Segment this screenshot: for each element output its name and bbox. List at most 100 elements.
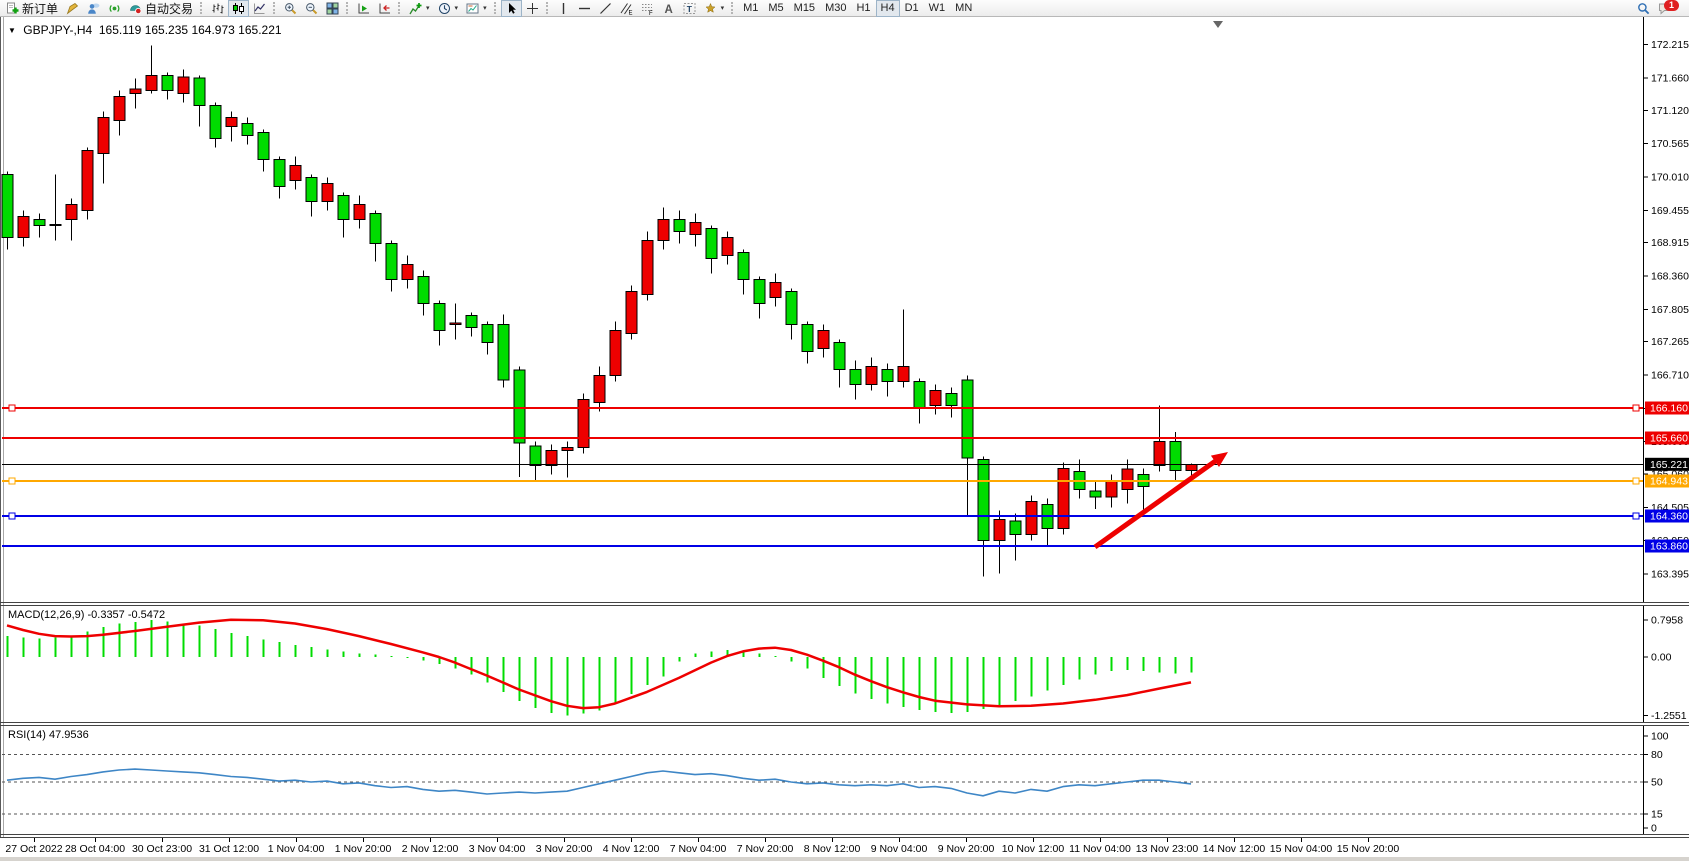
timeframe-h1-button[interactable]: H1 <box>851 0 875 17</box>
new-order-button[interactable]: 新订单 <box>2 0 62 17</box>
candle-body <box>818 331 829 349</box>
notifications-button[interactable]: 1 <box>1654 0 1675 17</box>
community-button[interactable] <box>83 0 104 17</box>
rsi-tick-label: 50 <box>1651 777 1663 789</box>
channel-button[interactable]: E <box>616 0 637 17</box>
candle-body <box>594 376 605 403</box>
candlestick-chart-button[interactable] <box>228 0 249 17</box>
quote-low: 164.973 <box>191 23 234 37</box>
candle-body <box>1010 521 1021 535</box>
text-label-button[interactable]: T <box>679 0 700 17</box>
horizontal-line-button[interactable] <box>574 0 595 17</box>
timeframe-m30-button[interactable]: M30 <box>820 0 851 17</box>
time-label: 4 Nov 12:00 <box>603 843 660 855</box>
candle-body <box>82 151 93 211</box>
time-tick <box>430 838 431 842</box>
candle-body <box>658 220 669 241</box>
timeframe-w1-button[interactable]: W1 <box>924 0 951 17</box>
chart-shift-marker-icon[interactable] <box>1213 21 1223 28</box>
arrows-button[interactable]: ▾ <box>700 0 729 17</box>
candle-body <box>706 229 717 259</box>
autoscroll-button[interactable] <box>353 0 374 17</box>
macd-tick-label: 0.00 <box>1651 652 1672 664</box>
line-handle[interactable] <box>1633 513 1639 519</box>
search-icon <box>1637 2 1650 15</box>
metaeditor-button[interactable] <box>62 0 83 17</box>
time-tick <box>229 838 230 842</box>
candle-body <box>642 241 653 295</box>
candle-body <box>274 160 285 187</box>
candle-body <box>514 370 525 443</box>
candle-body <box>34 220 45 226</box>
line-price-flag-text: 165.660 <box>1650 433 1688 445</box>
candle-body <box>930 391 941 406</box>
line-chart-button[interactable] <box>249 0 270 17</box>
timeframe-d1-button[interactable]: D1 <box>900 0 924 17</box>
candle-body <box>498 325 509 380</box>
candle-body <box>754 280 765 304</box>
line-chart-icon <box>253 2 266 15</box>
chart-symbol-period: GBPJPY-,H4 <box>23 23 92 37</box>
timeframe-mn-button[interactable]: MN <box>950 0 977 17</box>
time-tick <box>564 838 565 842</box>
rsi-tick-label: 15 <box>1651 809 1663 821</box>
candle-body <box>50 224 61 225</box>
autotrading-button[interactable]: 自动交易 <box>125 0 197 17</box>
timeframe-m1-button[interactable]: M1 <box>738 0 763 17</box>
time-label: 9 Nov 04:00 <box>871 843 928 855</box>
price-tick-label: 171.660 <box>1651 73 1689 85</box>
quote-high: 165.235 <box>145 23 188 37</box>
line-handle[interactable] <box>1633 405 1639 411</box>
trend-arrow-line[interactable] <box>1095 458 1220 547</box>
main-chart-canvas[interactable]: 172.215171.660171.120170.565170.010169.4… <box>0 17 1689 602</box>
text-button[interactable]: A <box>658 0 679 17</box>
chart-menu-triangle-icon[interactable]: ▼ <box>8 26 16 35</box>
indicators-button[interactable]: ▾ <box>405 0 434 17</box>
macd-indicator-canvas[interactable]: 0.79580.00-1.2551 <box>0 606 1689 722</box>
time-axis[interactable]: 27 Oct 202228 Oct 04:0030 Oct 23:0031 Oc… <box>0 838 1689 857</box>
cursor-button[interactable] <box>501 0 522 17</box>
time-tick <box>1368 838 1369 842</box>
line-handle[interactable] <box>9 478 15 484</box>
timeframe-m15-button[interactable]: M15 <box>789 0 820 17</box>
horizontal-line-icon <box>578 2 591 15</box>
zoom-in-button[interactable] <box>280 0 301 17</box>
time-label: 27 Oct 2022 <box>5 843 62 855</box>
candle-body <box>546 451 557 466</box>
candle-body <box>770 283 781 298</box>
toolbar: 新订单自动交易▾▾▾EFAT▾M1M5M15M30H1H4D1W1MN1 <box>0 0 1689 17</box>
time-label: 3 Nov 20:00 <box>536 843 593 855</box>
signals-button[interactable] <box>104 0 125 17</box>
tile-windows-button[interactable] <box>322 0 343 17</box>
periods-icon <box>438 2 451 15</box>
splitter-main-macd[interactable] <box>0 602 1689 603</box>
candle-body <box>1154 442 1165 466</box>
zoom-out-icon <box>305 2 318 15</box>
crosshair-button[interactable] <box>522 0 543 17</box>
search-button[interactable] <box>1633 0 1654 17</box>
rsi-indicator-canvas[interactable]: 1008050150 <box>0 726 1689 834</box>
chart-shift-button[interactable] <box>374 0 395 17</box>
templates-button[interactable]: ▾ <box>462 0 491 17</box>
candle-body <box>962 380 973 458</box>
bars-chart-button[interactable] <box>207 0 228 17</box>
candlestick-chart-icon <box>232 2 245 15</box>
candle-body <box>482 325 493 343</box>
candle-body <box>978 460 989 541</box>
line-handle[interactable] <box>9 513 15 519</box>
timeframe-h4-button[interactable]: H4 <box>876 0 900 17</box>
templates-icon <box>466 2 479 15</box>
candle-body <box>802 325 813 352</box>
vertical-line-button[interactable] <box>553 0 574 17</box>
time-label: 28 Oct 04:00 <box>65 843 125 855</box>
line-handle[interactable] <box>9 405 15 411</box>
splitter-macd-rsi[interactable] <box>0 722 1689 723</box>
timeframe-m5-button[interactable]: M5 <box>763 0 788 17</box>
fibonacci-button[interactable]: F <box>637 0 658 17</box>
trendline-button[interactable] <box>595 0 616 17</box>
toolbar-separator <box>546 2 550 14</box>
time-tick <box>363 838 364 842</box>
zoom-out-button[interactable] <box>301 0 322 17</box>
line-handle[interactable] <box>1633 478 1639 484</box>
periods-button[interactable]: ▾ <box>434 0 463 17</box>
